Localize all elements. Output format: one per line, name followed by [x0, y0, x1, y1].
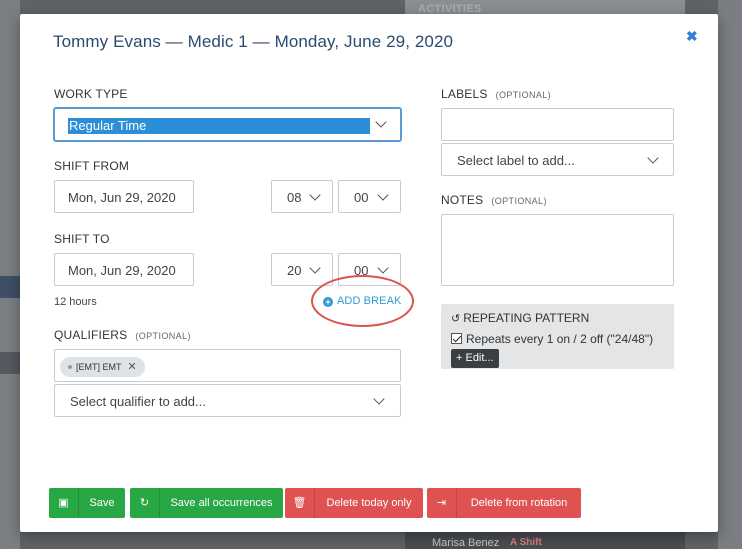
- qualifiers-label: QUALIFIERS (OPTIONAL): [54, 328, 191, 342]
- chevron-down-icon: [647, 152, 659, 164]
- background-left-panel: [0, 0, 20, 549]
- labels-label-text: LABELS: [441, 87, 488, 101]
- shift-from-date-input[interactable]: Mon, Jun 29, 2020: [54, 180, 194, 213]
- save-all-occurrences-button[interactable]: ↻ Save all occurrences: [130, 488, 283, 518]
- labels-tag-box[interactable]: [441, 108, 674, 141]
- qualifier-select-placeholder: Select qualifier to add...: [70, 394, 206, 409]
- qualifiers-optional: (OPTIONAL): [135, 331, 191, 341]
- chevron-down-icon: [309, 189, 321, 201]
- chevron-down-icon: [309, 262, 321, 274]
- repeating-pattern-title: ↺ REPEATING PATTERN: [451, 311, 589, 325]
- chevron-down-icon: [377, 262, 389, 274]
- plus-circle-icon: +: [323, 297, 333, 307]
- shift-to-minute-select[interactable]: 00: [338, 253, 401, 286]
- shift-from-hour-select[interactable]: 08: [271, 180, 333, 213]
- qualifiers-label-text: QUALIFIERS: [54, 328, 128, 342]
- save-button[interactable]: ▣ Save: [49, 488, 125, 518]
- chevron-down-icon: [373, 393, 385, 405]
- label-select[interactable]: Select label to add...: [441, 143, 674, 176]
- sign-out-icon: ⇥: [427, 488, 457, 518]
- shift-editor-modal: Tommy Evans — Medic 1 — Monday, June 29,…: [20, 14, 718, 532]
- qualifier-tag: [EMT] EMT ✕: [60, 357, 145, 377]
- add-break-label: ADD BREAK: [337, 295, 402, 307]
- remove-tag-icon[interactable]: ✕: [128, 361, 137, 373]
- notes-label-text: NOTES: [441, 193, 484, 207]
- qualifier-tag-label: [EMT] EMT: [76, 362, 122, 372]
- close-icon[interactable]: ✖: [686, 28, 698, 45]
- shift-from-minute-value: 00: [354, 190, 369, 205]
- label-select-placeholder: Select label to add...: [457, 153, 575, 168]
- delete-rotation-label: Delete from rotation: [470, 497, 568, 509]
- notes-textarea[interactable]: [441, 214, 674, 286]
- repeating-pattern-title-text: REPEATING PATTERN: [463, 311, 590, 325]
- shift-duration: 12 hours: [54, 296, 97, 308]
- chevron-down-icon: [375, 116, 387, 128]
- work-type-selected-value: Regular Time: [68, 118, 370, 134]
- tag-dot-icon: [68, 365, 72, 369]
- shift-to-hour-select[interactable]: 20: [271, 253, 333, 286]
- background-band: [0, 352, 20, 374]
- notes-label: NOTES (OPTIONAL): [441, 193, 547, 207]
- add-break-button[interactable]: + ADD BREAK: [323, 295, 401, 307]
- floppy-disk-icon: ▣: [49, 488, 79, 518]
- background-bottom-tag: A Shift: [510, 537, 542, 548]
- background-band: [0, 276, 20, 298]
- notes-optional: (OPTIONAL): [491, 196, 547, 206]
- delete-today-button[interactable]: 🗑 Delete today only: [285, 488, 423, 518]
- shift-from-minute-select[interactable]: 00: [338, 180, 401, 213]
- shift-to-date-input[interactable]: Mon, Jun 29, 2020: [54, 253, 194, 286]
- labels-optional: (OPTIONAL): [495, 90, 552, 100]
- repeats-checkbox-row[interactable]: Repeats every 1 on / 2 off ("24/48"): [451, 332, 653, 346]
- trash-icon: 🗑: [285, 488, 315, 518]
- save-button-label: Save: [89, 497, 115, 509]
- repeats-checkbox[interactable]: [451, 333, 462, 344]
- shift-to-label: SHIFT TO: [54, 232, 110, 246]
- work-type-label: WORK TYPE: [54, 87, 128, 101]
- background-right-panel: [718, 0, 742, 549]
- shift-to-date-value: Mon, Jun 29, 2020: [68, 263, 176, 278]
- background-bottom-name: Marisa Benez: [432, 537, 500, 549]
- shift-to-hour-value: 20: [287, 263, 302, 278]
- labels-label: LABELS (OPTIONAL): [441, 87, 551, 101]
- work-type-select[interactable]: Regular Time: [54, 108, 401, 141]
- refresh-icon: ↻: [130, 488, 160, 518]
- shift-to-minute-value: 00: [354, 263, 369, 278]
- history-icon: ↺: [451, 313, 461, 325]
- delete-from-rotation-button[interactable]: ⇥ Delete from rotation: [427, 488, 581, 518]
- qualifier-select[interactable]: Select qualifier to add...: [54, 384, 401, 417]
- edit-pattern-button[interactable]: + Edit...: [451, 349, 499, 368]
- shift-from-date-value: Mon, Jun 29, 2020: [68, 190, 176, 205]
- repeats-description: Repeats every 1 on / 2 off ("24/48"): [466, 332, 654, 346]
- shift-from-label: SHIFT FROM: [54, 159, 130, 173]
- delete-today-label: Delete today only: [326, 497, 412, 509]
- shift-from-hour-value: 08: [287, 190, 302, 205]
- save-all-label: Save all occurrences: [170, 497, 273, 509]
- repeating-pattern-panel: ↺ REPEATING PATTERN Repeats every 1 on / …: [441, 304, 674, 369]
- chevron-down-icon: [377, 189, 389, 201]
- modal-title: Tommy Evans — Medic 1 — Monday, June 29,…: [53, 32, 454, 51]
